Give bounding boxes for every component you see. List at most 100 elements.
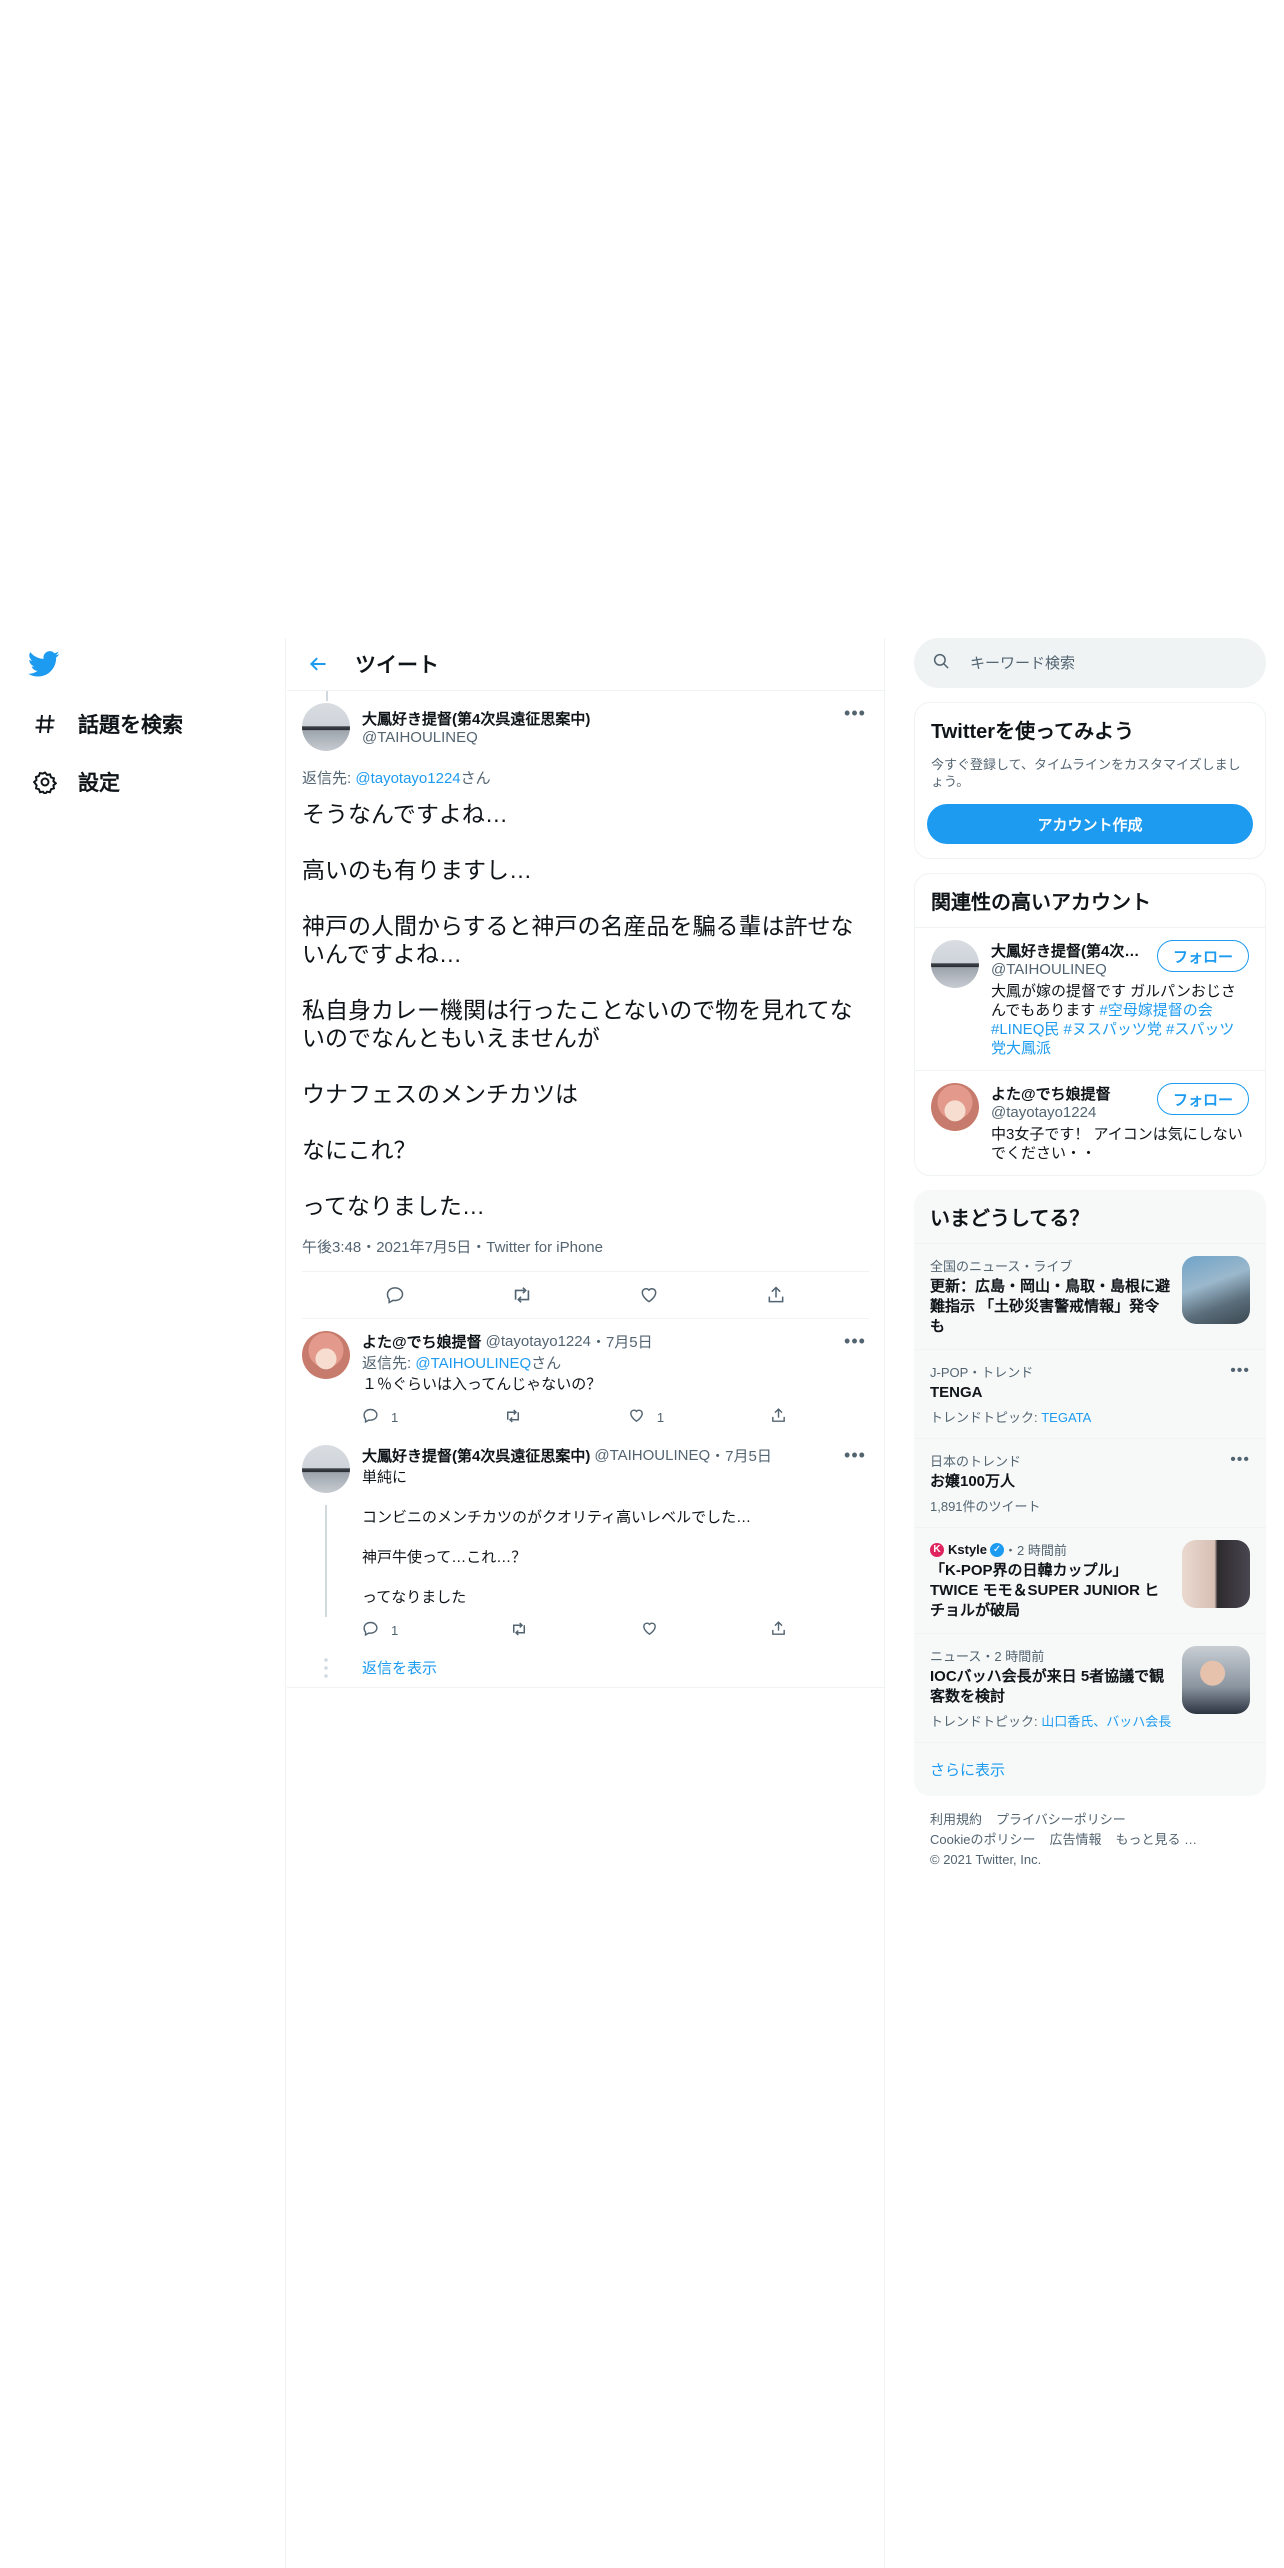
divider-left: [285, 638, 286, 2568]
trend-title: お嬢100万人: [930, 1473, 1016, 1490]
author-handle[interactable]: @TAIHOULINEQ: [362, 729, 841, 746]
trend-item[interactable]: J-POP・トレンド TENGA トレンドトピック: TEGATA •••: [914, 1349, 1266, 1438]
avatar[interactable]: [931, 940, 979, 988]
reply-action[interactable]: 1: [362, 1407, 398, 1427]
trend-category: 全国のニュース・ライブ: [930, 1259, 1073, 1274]
like-icon[interactable]: [636, 1282, 662, 1308]
tweet-paragraph: ウナフェスのメンチカツは: [302, 1081, 578, 1107]
avatar[interactable]: [302, 703, 350, 751]
trend-topic-link[interactable]: 山口香氏、バッハ会長: [1041, 1714, 1171, 1729]
footer-privacy[interactable]: プライバシーポリシー: [996, 1812, 1126, 1827]
tweet-timestamp[interactable]: 午後3:48・2021年7月5日・Twitter for iPhone: [302, 1236, 869, 1272]
like-icon: [641, 1620, 658, 1640]
author-handle[interactable]: @TAIHOULINEQ: [594, 1447, 710, 1464]
show-more-link[interactable]: さらに表示: [914, 1742, 1266, 1796]
avatar[interactable]: [302, 1445, 350, 1493]
tweet-paragraph: ってなりました: [362, 1589, 467, 1606]
account-row[interactable]: よた@でち娘提督 @tayotayo1224 フォロー 中3女子です！ アイコン…: [915, 1070, 1265, 1175]
back-arrow-icon[interactable]: [301, 647, 335, 681]
trend-source: Kstyle: [948, 1542, 988, 1557]
trend-topic: トレンドトピック: 山口香氏、バッハ会長: [930, 1711, 1172, 1730]
trend-tweet-count: 1,891件のツイート: [930, 1499, 1041, 1514]
reply-to-link[interactable]: @TAIHOULINEQ: [415, 1355, 531, 1372]
account-row[interactable]: 大鳳好き提督(第4次… @TAIHOULINEQ フォロー 大鳳が嫁の提督です …: [915, 927, 1265, 1070]
account-handle[interactable]: @tayotayo1224: [991, 1104, 1149, 1121]
retweet-action[interactable]: [504, 1407, 522, 1428]
search-box[interactable]: [914, 638, 1266, 688]
reply-tweet[interactable]: よた@でち娘提督 @tayotayo1224 ・7月5日 ••• 返信先: @T…: [287, 1319, 884, 1435]
footer-cookie[interactable]: Cookieのポリシー: [930, 1832, 1035, 1847]
like-action[interactable]: [641, 1620, 658, 1640]
like-icon: [628, 1407, 645, 1427]
trend-title: 更新：広島・岡山・鳥取・島根に避難指示 「土砂災害警戒情報」発令も: [930, 1278, 1171, 1335]
trend-item[interactable]: K Kstyle ✓ ・2 時間前 「K-POP界の日韓カップル」TWICE モモ＆S…: [914, 1527, 1266, 1633]
footer-terms[interactable]: 利用規約: [930, 1812, 982, 1827]
reply-to-link[interactable]: @tayotayo1224: [355, 770, 460, 787]
gear-icon: [30, 767, 60, 797]
retweet-icon: [510, 1620, 528, 1641]
tweet-date[interactable]: ・7月5日: [710, 1445, 772, 1466]
tweet-actions: 1: [362, 1620, 787, 1640]
tweet-paragraph: 神戸の人間からすると神戸の名産品を騙る輩は許せないんですよね…: [302, 913, 854, 967]
create-account-button[interactable]: アカウント作成: [927, 804, 1253, 844]
trend-title: TENGA: [930, 1384, 983, 1401]
share-icon[interactable]: [763, 1282, 789, 1308]
more-icon[interactable]: •••: [841, 1331, 869, 1352]
show-replies-row[interactable]: 返信を表示: [287, 1648, 884, 1688]
reply-tweet[interactable]: 大鳳好き提督(第4次呉遠征思案中) @TAIHOULINEQ ・7月5日 •••…: [287, 1435, 884, 1648]
reply-icon[interactable]: [382, 1282, 408, 1308]
more-icon[interactable]: •••: [841, 1445, 869, 1466]
twitter-logo-icon[interactable]: [28, 648, 64, 684]
account-name[interactable]: よた@でち娘提督: [991, 1083, 1149, 1104]
show-more-label[interactable]: さらに表示: [930, 1762, 1005, 1779]
trend-category: 日本のトレンド: [930, 1454, 1022, 1469]
trend-topic-link[interactable]: TEGATA: [1041, 1410, 1091, 1425]
thread-connector: [325, 1505, 327, 1617]
tweet-text: そうなんですよね… 高いのも有りますし… 神戸の人間からすると神戸の名産品を騙る…: [302, 800, 869, 1220]
more-icon[interactable]: •••: [841, 703, 869, 724]
author-name[interactable]: 大鳳好き提督(第4次呉遠征思案中): [362, 708, 841, 729]
kstyle-logo-icon: K: [930, 1542, 944, 1557]
trend-item[interactable]: 全国のニュース・ライブ 更新：広島・岡山・鳥取・島根に避難指示 「土砂災害警戒情…: [914, 1243, 1266, 1349]
reply-prefix: 返信先:: [362, 1355, 416, 1372]
author-name[interactable]: 大鳳好き提督(第4次呉遠征思案中): [362, 1445, 590, 1466]
trend-topic-prefix: トレンドトピック:: [930, 1714, 1042, 1729]
avatar[interactable]: [302, 1331, 350, 1379]
more-icon[interactable]: •••: [1230, 1451, 1250, 1515]
trend-item[interactable]: 日本のトレンド お嬢100万人 1,891件のツイート •••: [914, 1438, 1266, 1527]
follow-button[interactable]: フォロー: [1156, 940, 1249, 972]
nav-settings[interactable]: 設定: [30, 762, 120, 802]
share-action[interactable]: [770, 1620, 787, 1640]
like-action[interactable]: 1: [628, 1407, 664, 1427]
share-action[interactable]: [770, 1407, 787, 1427]
main-header: ツイート: [287, 638, 884, 691]
reply-to-line: 返信先: @tayotayo1224さん: [302, 767, 869, 788]
tweet-date[interactable]: ・7月5日: [591, 1331, 653, 1352]
show-replies-link[interactable]: 返信を表示: [362, 1657, 437, 1678]
reply-action[interactable]: 1: [362, 1620, 398, 1640]
retweet-icon[interactable]: [509, 1282, 535, 1308]
signup-subtitle: 今すぐ登録して、タイムラインをカスタマイズしましょう。: [931, 757, 1241, 789]
account-handle[interactable]: @TAIHOULINEQ: [991, 961, 1149, 978]
trends-card: いまどうしてる？ 全国のニュース・ライブ 更新：広島・岡山・鳥取・島根に避難指示…: [914, 1190, 1266, 1796]
nav-explore[interactable]: 話題を検索: [30, 704, 183, 744]
trend-thumbnail: [1182, 1256, 1250, 1324]
avatar[interactable]: [931, 1083, 979, 1131]
tweet-paragraph: そうなんですよね…: [302, 801, 508, 827]
account-name[interactable]: 大鳳好き提督(第4次…: [991, 940, 1149, 961]
tweet-paragraph: なにこれ？: [302, 1137, 417, 1163]
author-name[interactable]: よた@でち娘提督: [362, 1331, 482, 1352]
footer-more[interactable]: もっと見る …: [1115, 1832, 1197, 1847]
search-input[interactable]: [970, 654, 1230, 672]
tweet-paragraph: 神戸牛使って…これ…？: [362, 1549, 527, 1566]
retweet-action[interactable]: [510, 1620, 528, 1641]
trend-topic: トレンドトピック: TEGATA: [930, 1407, 1230, 1426]
more-icon[interactable]: •••: [1230, 1362, 1250, 1426]
author-handle[interactable]: @tayotayo1224: [486, 1333, 591, 1350]
trends-title: いまどうしてる？: [930, 1208, 1090, 1230]
trend-item[interactable]: ニュース・2 時間前 IOCバッハ会長が来日 5者協議で観客数を検討 トレンドト…: [914, 1633, 1266, 1742]
reply-suffix: さん: [460, 770, 491, 787]
follow-button[interactable]: フォロー: [1156, 1083, 1249, 1115]
relevant-title: 関連性の高いアカウント: [931, 892, 1151, 914]
footer-ads[interactable]: 広告情報: [1049, 1832, 1101, 1847]
